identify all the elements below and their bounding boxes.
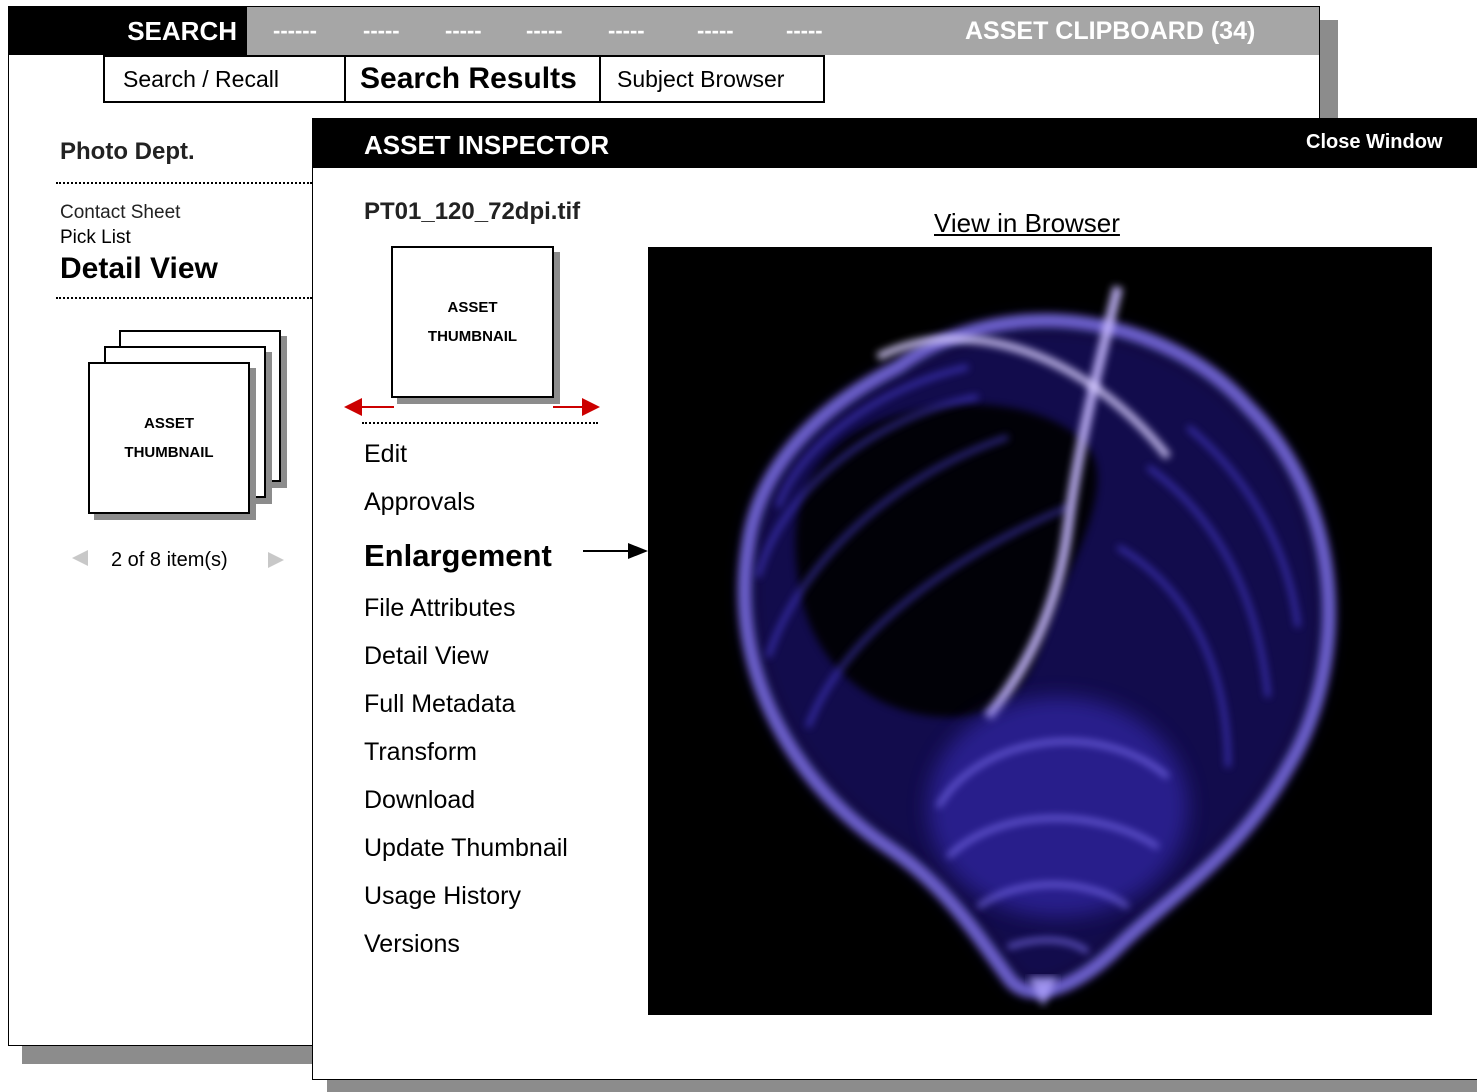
divider — [362, 422, 598, 424]
previous-asset-arrow-icon[interactable] — [344, 397, 396, 417]
pointer-arrow-icon — [583, 543, 648, 559]
nav-placeholder-tab[interactable]: ----- — [608, 7, 645, 55]
next-arrow-icon[interactable] — [268, 552, 284, 568]
search-tab[interactable]: SEARCH — [9, 7, 247, 55]
nav-placeholder-tab[interactable]: ----- — [363, 7, 400, 55]
thumbnail-label-line2: THUMBNAIL — [124, 444, 214, 461]
inspector-asset-thumbnail[interactable]: ASSET THUMBNAIL — [391, 246, 554, 398]
close-window-button[interactable]: Close Window — [1306, 131, 1442, 154]
nav-placeholder-tab[interactable]: ----- — [697, 7, 734, 55]
menu-update-thumbnail[interactable]: Update Thumbnail — [364, 834, 568, 863]
asset-filename: PT01_120_72dpi.tif — [364, 198, 581, 225]
nav-placeholder-tab[interactable]: ------ — [273, 7, 317, 55]
view-pick-list[interactable]: Pick List — [60, 227, 131, 249]
divider — [56, 297, 312, 299]
tab-subject-browser[interactable]: Subject Browser — [599, 55, 825, 103]
asset-thumbnail[interactable]: ASSET THUMBNAIL — [88, 362, 250, 514]
view-detail-view[interactable]: Detail View — [60, 252, 218, 286]
thumbnail-label: ASSET THUMBNAIL — [428, 293, 517, 351]
menu-enlargement[interactable]: Enlargement — [364, 538, 552, 574]
menu-approvals[interactable]: Approvals — [364, 488, 475, 517]
nav-placeholder-tab[interactable]: ----- — [786, 7, 823, 55]
thumbnail-label-line1: ASSET — [447, 299, 498, 316]
menu-usage-history[interactable]: Usage History — [364, 882, 521, 911]
menu-edit[interactable]: Edit — [364, 440, 407, 469]
inspector-title: ASSET INSPECTOR — [364, 130, 610, 160]
menu-full-metadata[interactable]: Full Metadata — [364, 690, 515, 719]
nav-placeholder-tab[interactable]: ----- — [526, 7, 563, 55]
tab-search-results[interactable]: Search Results — [344, 55, 601, 103]
pager-text: 2 of 8 item(s) — [111, 549, 228, 571]
thumbnail-label-line1: ASSET — [143, 415, 194, 432]
department-title: Photo Dept. — [60, 138, 195, 165]
previous-arrow-icon[interactable] — [72, 550, 88, 566]
next-asset-arrow-icon[interactable] — [553, 397, 601, 417]
thumbnail-label-line2: THUMBNAIL — [427, 328, 518, 345]
view-contact-sheet[interactable]: Contact Sheet — [60, 202, 180, 224]
tab-search-recall[interactable]: Search / Recall — [103, 55, 346, 103]
menu-transform[interactable]: Transform — [364, 738, 477, 767]
menu-download[interactable]: Download — [364, 786, 475, 815]
nav-placeholder-tab[interactable]: ----- — [445, 7, 482, 55]
menu-detail-view[interactable]: Detail View — [364, 642, 489, 671]
menu-versions[interactable]: Versions — [364, 930, 460, 959]
thumbnail-label: ASSET THUMBNAIL — [124, 409, 213, 467]
view-in-browser-link[interactable]: View in Browser — [934, 208, 1120, 239]
asset-clipboard-tab[interactable]: ASSET CLIPBOARD (34) — [965, 7, 1255, 55]
menu-file-attributes[interactable]: File Attributes — [364, 594, 515, 623]
enlargement-image[interactable] — [648, 247, 1432, 1015]
divider — [56, 182, 312, 184]
